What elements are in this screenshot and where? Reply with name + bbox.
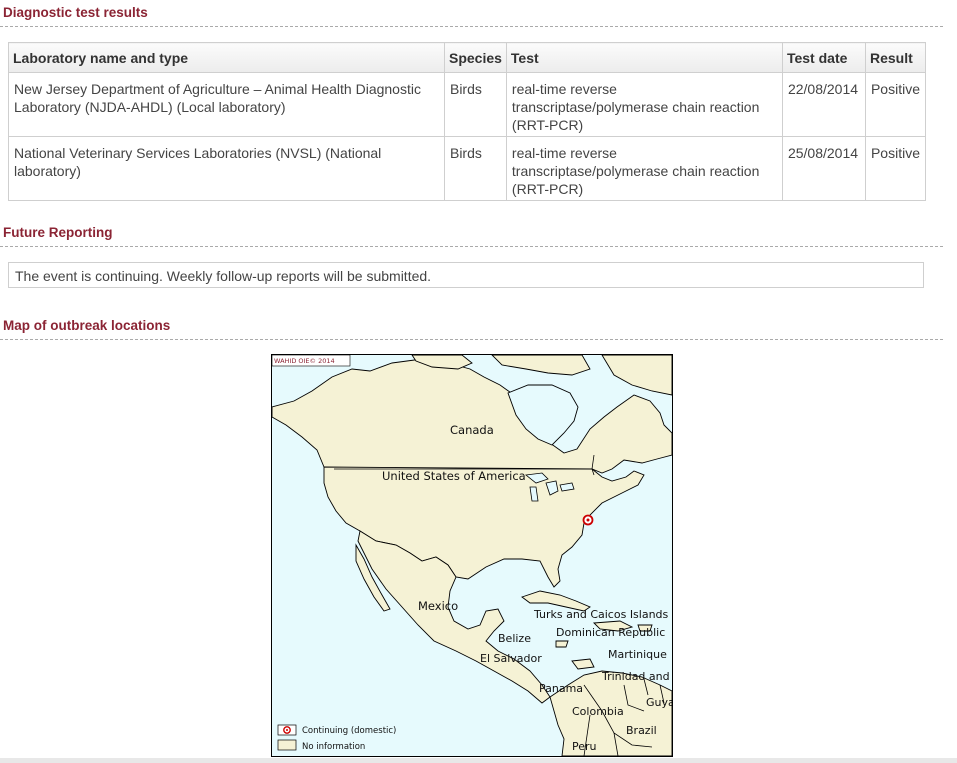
table-row: New Jersey Department of Agriculture – A… [8, 72, 927, 137]
outbreak-map[interactable]: WAHID OIE© 2014 Canada United States of … [271, 354, 673, 757]
cell-laboratory: New Jersey Department of Agriculture – A… [8, 72, 445, 137]
future-reporting-text: The event is continuing. Weekly follow-u… [8, 262, 924, 288]
map-label-el-salvador: El Salvador [480, 652, 542, 665]
section-divider [0, 26, 943, 27]
section-divider [0, 246, 943, 247]
column-header-laboratory: Laboratory name and type [8, 42, 445, 73]
cell-species: Birds [443, 136, 507, 201]
map-label-guyana: Guyana [646, 696, 672, 709]
map-label-usa: United States of America [382, 469, 526, 483]
page-bottom-bar [0, 758, 957, 763]
cell-laboratory: National Veterinary Services Laboratorie… [8, 136, 445, 201]
column-header-test-date: Test date [781, 42, 866, 73]
legend-label-continuing: Continuing (domestic) [302, 726, 396, 736]
map-copyright: WAHID OIE© 2014 [274, 357, 335, 365]
table-row: National Veterinary Services Laboratorie… [8, 136, 927, 201]
map-label-turks-caicos: Turks and Caicos Islands [533, 608, 669, 621]
map-label-mexico: Mexico [418, 599, 458, 613]
map-label-colombia: Colombia [572, 705, 624, 718]
column-header-result: Result [864, 42, 927, 73]
cell-test: real-time reverse transcriptase/polymera… [505, 72, 783, 137]
cell-test: real-time reverse transcriptase/polymera… [505, 136, 783, 201]
outbreak-marker[interactable] [582, 514, 594, 526]
future-reporting-title: Future Reporting [3, 225, 113, 240]
map-label-martinique: Martinique [608, 648, 667, 661]
diagnostic-section-title: Diagnostic test results [3, 5, 148, 20]
cell-result: Positive [864, 136, 927, 201]
map-label-dominican-republic: Dominican Republic [556, 626, 665, 639]
table-header-row: Laboratory name and type Species Test Te… [8, 42, 927, 73]
map-section-title: Map of outbreak locations [3, 318, 171, 333]
map-label-trinidad-tobago: Trinidad and Tobago [601, 670, 672, 683]
legend-label-no-information: No information [302, 742, 365, 752]
map-label-belize: Belize [498, 632, 531, 645]
map-label-panama: Panama [539, 682, 583, 695]
cell-test-date: 22/08/2014 [781, 72, 866, 137]
map-label-peru: Peru [572, 740, 597, 753]
diagnostic-results-table: Laboratory name and type Species Test Te… [8, 42, 927, 201]
cell-species: Birds [443, 72, 507, 137]
column-header-test: Test [505, 42, 783, 73]
map-label-brazil: Brazil [626, 724, 657, 737]
section-divider [0, 339, 943, 340]
column-header-species: Species [443, 42, 507, 73]
cell-test-date: 25/08/2014 [781, 136, 866, 201]
legend-swatch-no-information [277, 739, 297, 751]
cell-result: Positive [864, 72, 927, 137]
map-label-canada: Canada [450, 423, 494, 437]
